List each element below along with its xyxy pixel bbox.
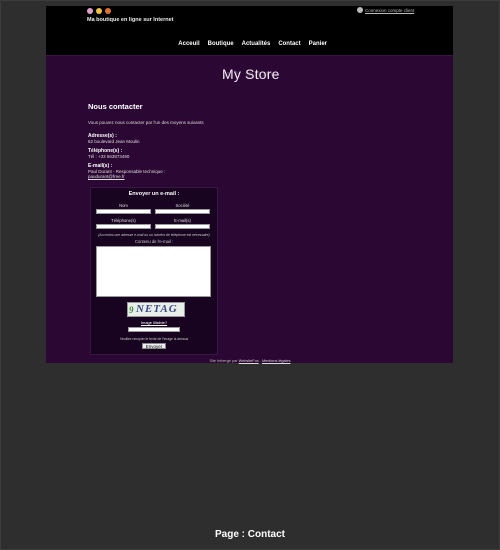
site-tagline: Ma boutique en ligne sur Internet <box>87 17 174 23</box>
phone-block: Téléphone(s) : Tél : +33 663873490 <box>88 148 288 159</box>
captcha-hint: Veuillez recopier le texte de l'image ci… <box>119 337 189 341</box>
menu-item-boutique[interactable]: Boutique <box>208 41 234 47</box>
message-textarea[interactable] <box>96 246 211 297</box>
legal-link[interactable]: Mentions légales <box>262 359 291 363</box>
email-input-label: E-mail(s) <box>174 218 191 223</box>
address-value: 62 boulevard Jean Moulin <box>88 139 140 144</box>
logo-reflection: My Store <box>222 70 279 80</box>
flag-icon-3[interactable] <box>105 8 111 14</box>
captcha-input[interactable] <box>128 327 180 332</box>
login-label[interactable]: Connexion compte client <box>365 8 414 13</box>
societe-label: Société <box>175 203 190 208</box>
contact-intro: Vous pouvez nous contacter par l'un des … <box>88 120 204 125</box>
captcha-image: 9 NETAG <box>127 302 185 317</box>
contact-form: Envoyer un e-mail : Nom Société Téléphon… <box>90 187 218 355</box>
email-link[interactable]: paudurant@free.fr <box>88 174 288 179</box>
menu-item-panier[interactable]: Panier <box>309 41 327 47</box>
address-block: Adresse(s) : 62 boulevard Jean Moulin <box>88 133 288 144</box>
menu-item-contact[interactable]: Contact <box>278 41 300 47</box>
form-title: Envoyer un e-mail : <box>128 191 180 197</box>
website: Ma boutique en ligne sur Internet Connex… <box>46 6 453 363</box>
email-input[interactable] <box>155 224 210 229</box>
telephone-input[interactable] <box>96 224 151 229</box>
page-title: Nous contacter <box>88 102 143 111</box>
site-footer: Site hébergé par WebsiteFox - Mentions l… <box>0 359 500 363</box>
required-note: (Au moins une adresse e-mail ou un numér… <box>98 233 210 237</box>
societe-input[interactable] <box>155 209 210 214</box>
user-icon <box>357 7 363 13</box>
email-block: E-mail(s) : Paul Durant - Responsable te… <box>88 163 288 179</box>
message-label: Contenu de l'e-mail : <box>134 239 174 244</box>
phone-value: Tél : +33 663873490 <box>88 154 130 159</box>
nom-label: Nom <box>119 203 128 208</box>
flag-icon-1[interactable] <box>87 8 93 14</box>
telephone-label: Téléphone(s) <box>111 218 136 223</box>
nom-input[interactable] <box>96 209 151 214</box>
flag-icon-2[interactable] <box>96 8 102 14</box>
menu-item-actualites[interactable]: Actualités <box>242 41 271 47</box>
menu-item-accueil[interactable]: Acceuil <box>178 41 199 47</box>
login-link[interactable]: Connexion compte client <box>357 7 414 13</box>
contact-info: Nous contacter Vous pouvez nous contacte… <box>88 102 288 179</box>
host-link[interactable]: WebsiteFox <box>239 359 259 363</box>
footer-prefix: Site hébergé par <box>209 359 239 363</box>
page-caption: Page : Contact <box>214 529 285 540</box>
main-menu: Acceuil Boutique Actualités Contact Pani… <box>178 41 327 47</box>
captcha-refresh-link[interactable]: Image illisible? <box>91 320 217 325</box>
send-button[interactable]: Envoyer <box>142 343 166 349</box>
language-flags <box>87 8 111 14</box>
